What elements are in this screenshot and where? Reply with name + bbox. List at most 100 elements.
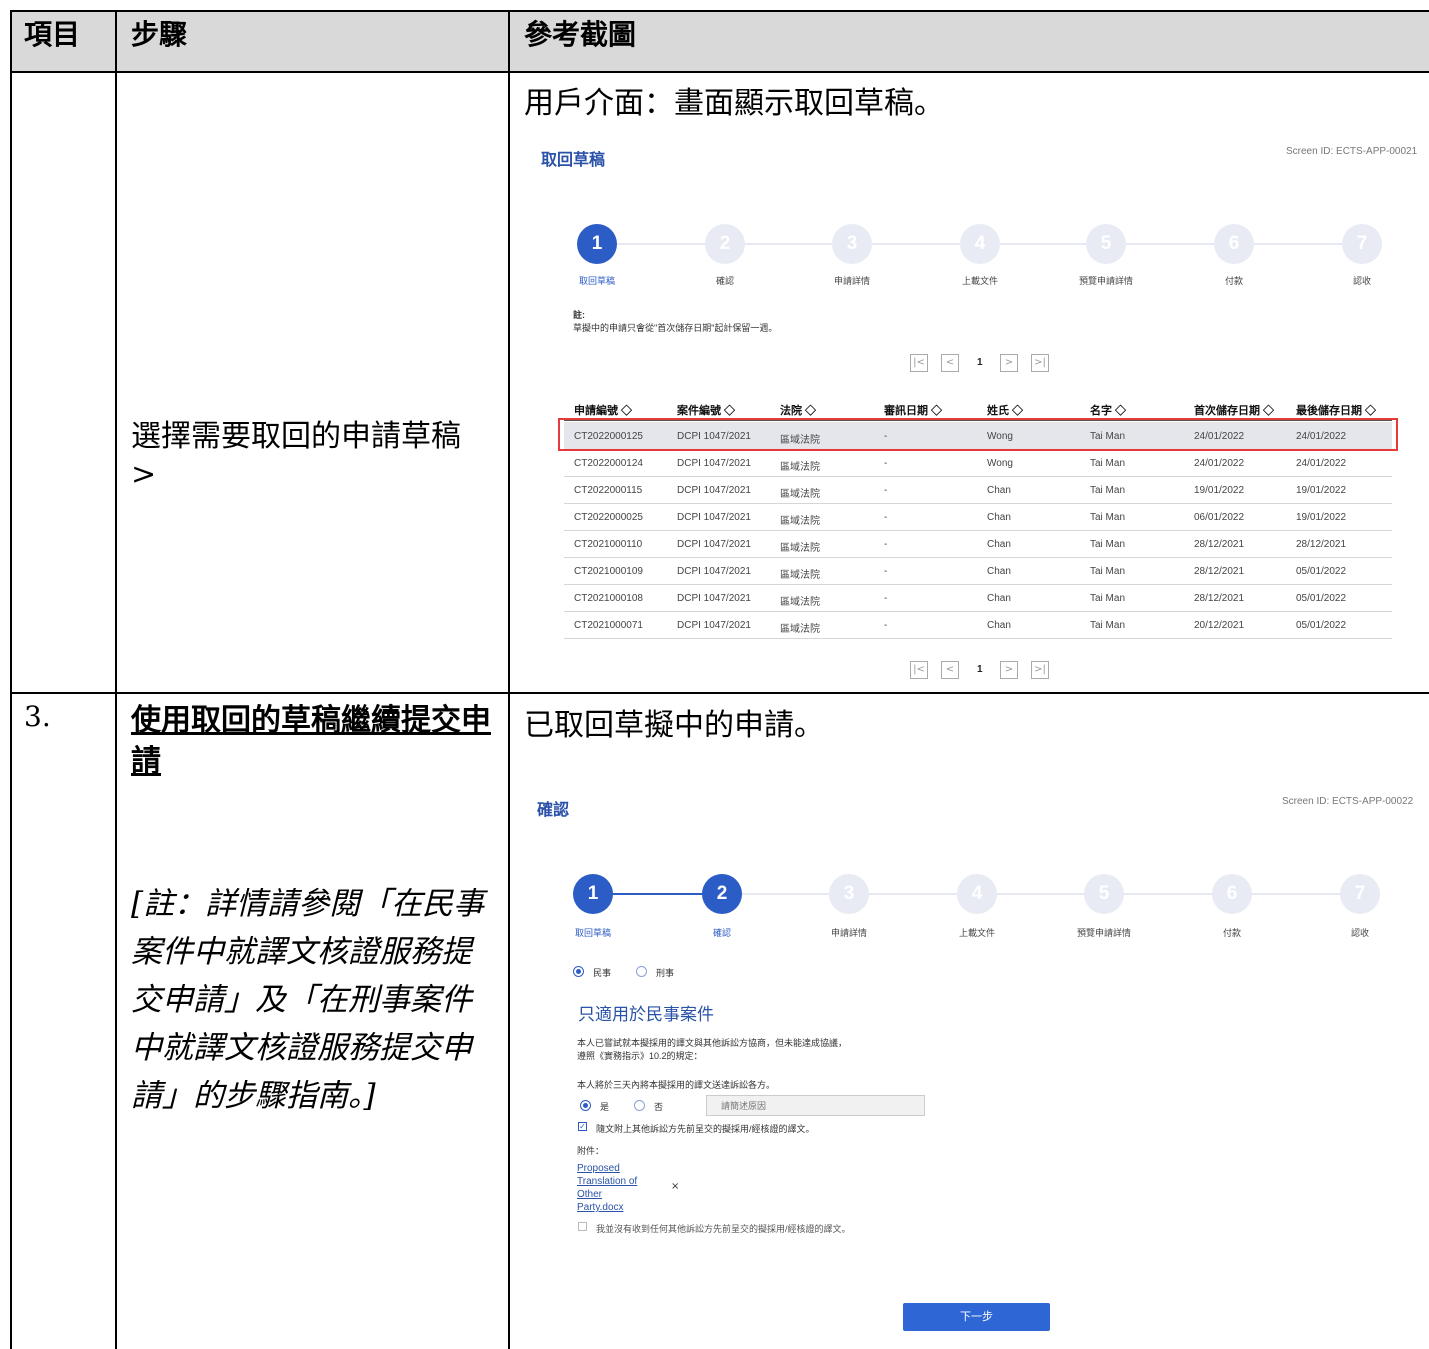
step-label: 付款: [1224, 276, 1243, 286]
service-statement: 本人將於三天內將本擬採用的譯文送達訴訟各方。: [577, 1080, 776, 1090]
declaration-line1: 本人已嘗試就本擬採用的譯文與其他訴訟方協商，但未能達成協議，: [577, 1038, 848, 1048]
table-cell: 06/01/2022: [1194, 512, 1245, 523]
table-row[interactable]: CT2021000108 DCPI 1047/2021 區域法院 - Chan Tai M…: [564, 584, 1392, 612]
table-cell: 24/01/2022: [1194, 458, 1245, 469]
table-row[interactable]: CT2021000071 DCPI 1047/2021 區域法院 - Chan Tai M…: [564, 611, 1392, 639]
col-header[interactable]: 姓氏 ◇: [987, 402, 1023, 418]
table-cell: Chan: [987, 539, 1011, 550]
page-number[interactable]: 1: [977, 357, 983, 368]
step-6: 6: [1212, 874, 1252, 914]
table-cell: Chan: [987, 485, 1011, 496]
last-page-icon[interactable]: >|: [1031, 661, 1049, 679]
step-note: [註：詳情請參閱「在民事案件中就譯文核證服務提交申請」及「在刑事案件中就譯文核證…: [131, 886, 485, 1114]
table-row[interactable]: CT2022000115 DCPI 1047/2021 區域法院 - Chan Tai M…: [564, 476, 1392, 504]
table-cell: CT2021000071: [574, 620, 643, 631]
last-page-icon[interactable]: >|: [1031, 354, 1049, 372]
row1-caption: 用戶介面：畫面顯示取回草稿。: [524, 86, 944, 121]
border-header-bottom: [10, 71, 1429, 73]
table-cell: DCPI 1047/2021: [677, 539, 751, 550]
border-row-divider: [10, 692, 1429, 694]
attach-checkbox-label: 隨文附上其他訴訟方先前呈交的擬採用/經核證的譯文。: [596, 1124, 815, 1134]
first-page-icon[interactable]: |<: [910, 661, 928, 679]
step-2: 2: [705, 224, 745, 264]
col-header[interactable]: 名字 ◇: [1090, 402, 1126, 418]
border-left: [10, 10, 12, 1349]
row2-caption: 已取回草擬中的申請。: [524, 708, 824, 743]
civil-radio[interactable]: [573, 966, 584, 977]
header-step: 步驟: [131, 18, 188, 51]
step-label: 預覽申請詳情: [1076, 928, 1131, 938]
table-cell: -: [884, 485, 888, 496]
col-header[interactable]: 案件編號 ◇: [677, 402, 735, 418]
declaration-line2: 遵照《實務指示》10.2的規定：: [577, 1051, 703, 1061]
table-row[interactable]: CT2021000110 DCPI 1047/2021 區域法院 - Chan Tai M…: [564, 530, 1392, 558]
attachment-link[interactable]: Proposed Translation of Other Party.docx: [577, 1162, 637, 1214]
step-1: 1: [577, 224, 617, 264]
table-row[interactable]: CT2022000025 DCPI 1047/2021 區域法院 - Chan Tai M…: [564, 503, 1392, 531]
step-5: 5: [1086, 224, 1126, 264]
yes-radio[interactable]: [580, 1100, 591, 1111]
step-5: 5: [1084, 874, 1124, 914]
screen-id: Screen ID: ECTS-APP-00021: [1286, 146, 1418, 157]
reason-input[interactable]: [706, 1095, 925, 1116]
step-label: 認收: [1352, 276, 1371, 286]
table-cell: Chan: [987, 566, 1011, 577]
table-cell: DCPI 1047/2021: [677, 593, 751, 604]
attach-checkbox[interactable]: ✓: [578, 1122, 587, 1131]
table-cell: 區域法院: [780, 462, 820, 473]
col-header[interactable]: 法院 ◇: [780, 402, 816, 418]
step-7: 7: [1342, 224, 1382, 264]
no-translation-checkbox[interactable]: [578, 1222, 587, 1231]
step-6: 6: [1214, 224, 1254, 264]
step-label: 預覽申請詳情: [1078, 276, 1133, 286]
table-cell: DCPI 1047/2021: [677, 458, 751, 469]
table-cell: -: [884, 458, 888, 469]
next-page-icon[interactable]: >: [1000, 661, 1018, 679]
table-row[interactable]: CT2022000124 DCPI 1047/2021 區域法院 - Wong Tai M…: [564, 449, 1392, 477]
page-number[interactable]: 1: [977, 664, 983, 675]
col-header[interactable]: 首次儲存日期 ◇: [1194, 402, 1274, 418]
criminal-radio[interactable]: [636, 966, 647, 977]
step-2: 2: [702, 874, 742, 914]
step-instruction: 選擇需要取回的申請草稿 >: [131, 419, 461, 492]
table-cell: CT2021000108: [574, 593, 643, 604]
table-cell: DCPI 1047/2021: [677, 566, 751, 577]
table-cell: 05/01/2022: [1296, 566, 1347, 577]
next-page-icon[interactable]: >: [1000, 354, 1018, 372]
table-cell: 28/12/2021: [1194, 539, 1245, 550]
col-header[interactable]: 審訊日期 ◇: [884, 402, 942, 418]
table-cell: Tai Man: [1090, 539, 1126, 550]
no-radio[interactable]: [634, 1100, 645, 1111]
section-title: 只適用於民事案件: [578, 1005, 714, 1024]
prev-page-icon[interactable]: <: [941, 661, 959, 679]
table-header: [10, 11, 1429, 72]
step-7: 7: [1340, 874, 1380, 914]
no-label: 否: [654, 1102, 664, 1112]
step-4: 4: [957, 874, 997, 914]
table-cell: Tai Man: [1090, 593, 1126, 604]
col-header[interactable]: 申請編號 ◇: [574, 402, 632, 418]
table-cell: -: [884, 620, 888, 631]
prev-page-icon[interactable]: <: [941, 354, 959, 372]
item-number: 3.: [24, 700, 51, 733]
yes-label: 是: [600, 1102, 610, 1112]
table-cell: CT2021000109: [574, 566, 643, 577]
table-cell: Chan: [987, 593, 1011, 604]
step-3: 3: [829, 874, 869, 914]
col-header[interactable]: 最後儲存日期 ◇: [1296, 402, 1376, 418]
next-button[interactable]: 下一步: [903, 1303, 1050, 1331]
table-cell: 05/01/2022: [1296, 620, 1347, 631]
first-page-icon[interactable]: |<: [910, 354, 928, 372]
remove-attachment-icon[interactable]: ×: [671, 1181, 679, 1192]
table-cell: Chan: [987, 620, 1011, 631]
table-cell: Chan: [987, 512, 1011, 523]
table-row[interactable]: CT2021000109 DCPI 1047/2021 區域法院 - Chan Tai M…: [564, 557, 1392, 585]
step-label: 上載文件: [958, 928, 995, 938]
table-cell: 28/12/2021: [1296, 539, 1347, 550]
step-label: 取回草稿: [578, 276, 615, 286]
border-col1: [115, 10, 117, 1349]
table-cell: -: [884, 566, 888, 577]
table-cell: 24/01/2022: [1296, 458, 1347, 469]
step-1: 1: [573, 874, 613, 914]
note-text: 草擬中的申請只會從"首次儲存日期"起計保留一週。: [573, 323, 778, 333]
